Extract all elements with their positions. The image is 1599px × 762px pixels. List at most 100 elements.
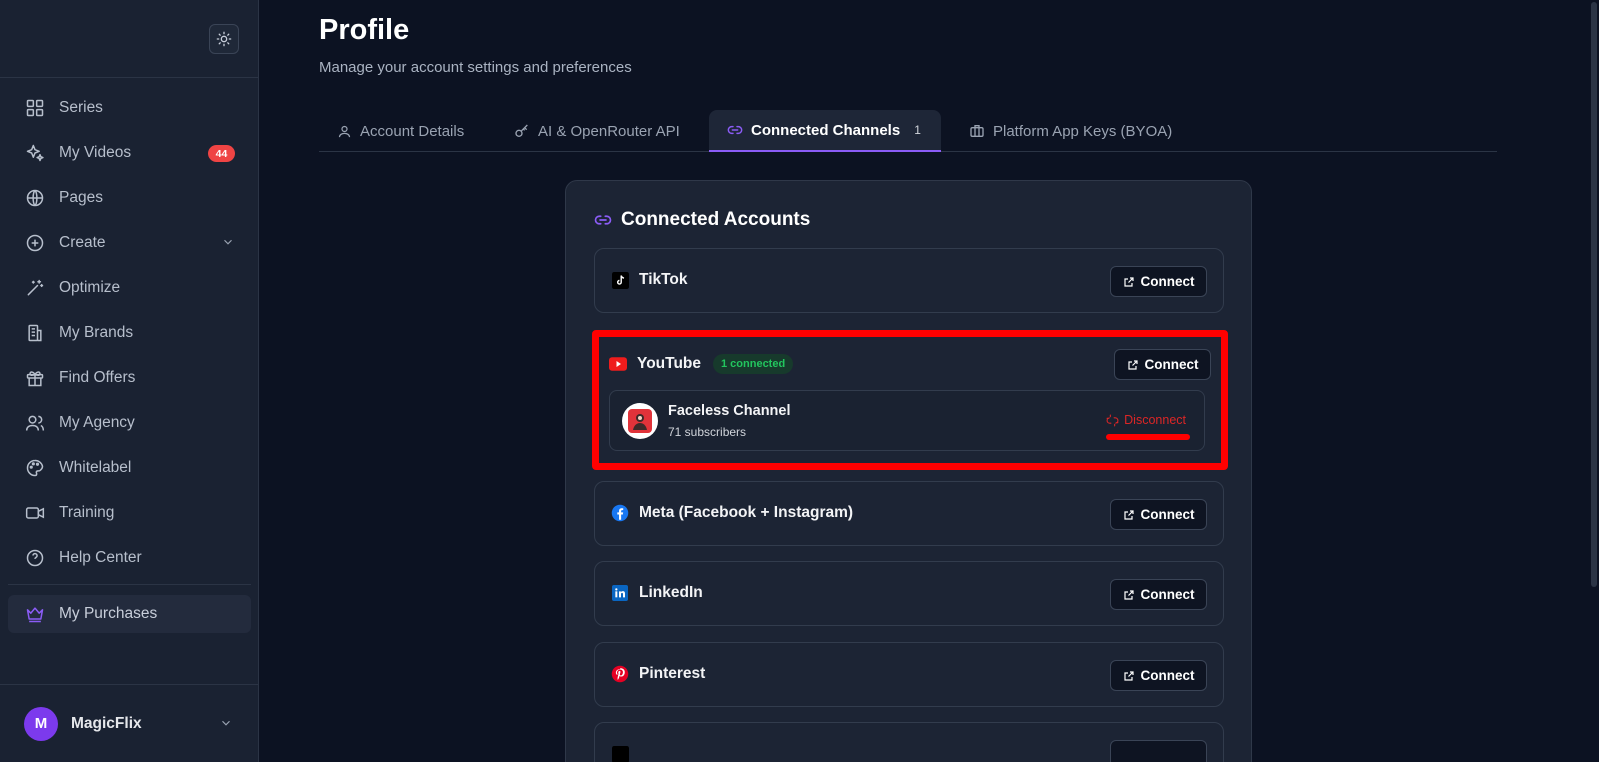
connected-accounts-card: Connected Accounts TikTok Connect YouTub… — [565, 180, 1252, 762]
facebook-icon — [611, 504, 629, 522]
external-link-icon — [1123, 276, 1135, 288]
sidebar-item-my-purchases[interactable]: My Purchases — [8, 595, 251, 633]
connect-tiktok-button[interactable]: Connect — [1110, 266, 1207, 297]
page-subtitle: Manage your account settings and prefere… — [319, 59, 632, 76]
external-link-icon — [1123, 589, 1135, 601]
sidebar-item-label: My Purchases — [59, 605, 158, 622]
user-menu[interactable]: M MagicFlix — [0, 684, 259, 762]
wand-icon — [24, 277, 46, 299]
platform-pinterest: Pinterest Connect — [594, 642, 1224, 707]
card-title-text: Connected Accounts — [621, 209, 811, 230]
platform-name: Pinterest — [611, 665, 705, 683]
pinterest-icon — [611, 665, 629, 683]
grid-icon — [24, 97, 46, 119]
sidebar-item-help-center[interactable]: Help Center — [8, 539, 251, 577]
tab-account-details[interactable]: Account Details — [337, 110, 464, 152]
platform-label: Meta (Facebook + Instagram) — [639, 504, 854, 521]
tab-count-badge: 1 — [914, 123, 921, 137]
platform-next-partial — [594, 722, 1224, 762]
sidebar-item-label: Find Offers — [59, 369, 136, 386]
avatar: M — [24, 706, 58, 741]
sidebar-item-label: Optimize — [59, 279, 121, 296]
sidebar-item-my-agency[interactable]: My Agency — [8, 404, 251, 442]
tiktok-icon — [611, 271, 629, 289]
crown-icon — [24, 603, 46, 625]
connect-button[interactable] — [1110, 740, 1207, 762]
sidebar-item-whitelabel[interactable]: Whitelabel — [8, 449, 251, 487]
sidebar-item-pages[interactable]: Pages — [8, 179, 251, 217]
sidebar-item-series[interactable]: Series — [8, 89, 251, 127]
connect-youtube-button[interactable]: Connect — [1114, 349, 1211, 380]
platform-label: LinkedIn — [639, 584, 703, 601]
platform-linkedin: LinkedIn Connect — [594, 561, 1224, 626]
sidebar-item-label: Whitelabel — [59, 459, 132, 476]
platform-name — [611, 745, 639, 762]
external-link-icon — [1123, 670, 1135, 682]
sidebar-item-label: My Videos — [59, 144, 132, 161]
palette-icon — [24, 457, 46, 479]
tab-ai-openrouter-api[interactable]: AI & OpenRouter API — [514, 110, 680, 152]
disconnect-button[interactable]: Disconnect — [1106, 413, 1186, 427]
connect-label: Connect — [1140, 587, 1195, 602]
channel-name: Faceless Channel — [668, 403, 791, 419]
youtube-account-row: Faceless Channel 71 subscribers Disconne… — [609, 390, 1205, 451]
tab-label: Connected Channels — [751, 121, 901, 139]
platform-icon — [611, 745, 629, 762]
sidebar-item-training[interactable]: Training — [8, 494, 251, 532]
sidebar-item-optimize[interactable]: Optimize — [8, 269, 251, 307]
tab-label: Account Details — [360, 122, 465, 140]
sidebar-item-label: Create — [59, 234, 106, 251]
connect-label: Connect — [1140, 274, 1195, 289]
link-icon — [727, 122, 743, 138]
chevron-down-icon — [219, 716, 233, 735]
sidebar-item-label: Training — [59, 504, 115, 521]
videos-count-badge: 44 — [208, 145, 235, 162]
tab-label: AI & OpenRouter API — [538, 122, 680, 140]
platform-name: TikTok — [611, 271, 688, 289]
platform-label: TikTok — [639, 271, 688, 288]
linkedin-icon — [611, 584, 629, 602]
platform-meta: Meta (Facebook + Instagram) Connect — [594, 481, 1224, 546]
theme-toggle-button[interactable] — [209, 24, 239, 54]
platform-tiktok: TikTok Connect — [594, 248, 1224, 313]
sidebar: Series My Videos 44 Pages Create Optimiz… — [0, 0, 259, 762]
channel-subscribers: 71 subscribers — [668, 425, 747, 439]
sidebar-item-my-videos[interactable]: My Videos 44 — [8, 134, 251, 172]
sidebar-item-label: My Brands — [59, 324, 134, 341]
connect-meta-button[interactable]: Connect — [1110, 499, 1207, 530]
connect-pinterest-button[interactable]: Connect — [1110, 660, 1207, 691]
users-icon — [24, 412, 46, 434]
user-icon — [337, 124, 352, 139]
platform-youtube: YouTube 1 connected Connect Faceless Cha… — [601, 339, 1219, 461]
plus-circle-icon — [24, 232, 46, 254]
tab-label: Platform App Keys (BYOA) — [993, 122, 1173, 140]
profile-tabs: Account Details AI & OpenRouter API Conn… — [319, 110, 1497, 152]
sidebar-header — [0, 0, 258, 78]
sidebar-item-label: Series — [59, 99, 103, 116]
connect-linkedin-button[interactable]: Connect — [1110, 579, 1207, 610]
connect-label: Connect — [1140, 507, 1195, 522]
platform-name: LinkedIn — [611, 584, 703, 602]
help-circle-icon — [24, 547, 46, 569]
page-title: Profile — [319, 14, 410, 46]
globe-icon — [24, 187, 46, 209]
platform-name: Meta (Facebook + Instagram) — [611, 504, 853, 522]
page-scrollbar[interactable] — [1589, 0, 1599, 762]
sidebar-item-find-offers[interactable]: Find Offers — [8, 359, 251, 397]
platform-label: YouTube — [637, 355, 701, 372]
key-icon — [514, 123, 530, 139]
scrollbar-thumb[interactable] — [1591, 2, 1597, 587]
chevron-down-icon — [221, 235, 235, 254]
connect-label: Connect — [1140, 668, 1195, 683]
video-icon — [24, 502, 46, 524]
tab-platform-app-keys[interactable]: Platform App Keys (BYOA) — [969, 110, 1172, 152]
disconnect-label: Disconnect — [1124, 413, 1186, 427]
unlink-icon — [1106, 414, 1119, 427]
sidebar-item-my-brands[interactable]: My Brands — [8, 314, 251, 352]
tab-connected-channels[interactable]: Connected Channels 1 — [709, 110, 941, 152]
link-icon — [594, 211, 612, 229]
sidebar-item-label: My Agency — [59, 414, 135, 431]
youtube-icon — [609, 355, 627, 373]
platform-name: YouTube 1 connected — [609, 354, 794, 374]
sidebar-item-create[interactable]: Create — [8, 224, 251, 262]
